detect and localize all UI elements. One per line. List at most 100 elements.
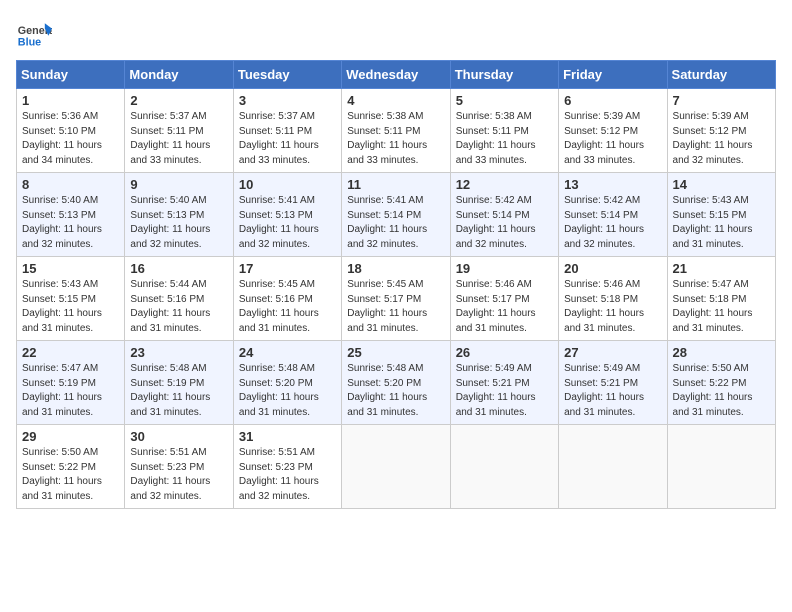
calendar-day-cell: 9 Sunrise: 5:40 AMSunset: 5:13 PMDaylight… (125, 173, 233, 257)
calendar-day-header: Tuesday (233, 61, 341, 89)
day-number: 13 (564, 177, 661, 192)
calendar-day-cell: 2 Sunrise: 5:37 AMSunset: 5:11 PMDaylight… (125, 89, 233, 173)
calendar-day-cell: 1 Sunrise: 5:36 AMSunset: 5:10 PMDaylight… (17, 89, 125, 173)
logo: General Blue (16, 16, 52, 52)
day-info: Sunrise: 5:41 AMSunset: 5:14 PMDaylight:… (347, 194, 444, 252)
calendar-day-header: Sunday (17, 61, 125, 89)
calendar-day-header: Wednesday (342, 61, 450, 89)
calendar-day-cell: 23 Sunrise: 5:48 AMSunset: 5:19 PMDayligh… (125, 341, 233, 425)
generalblue-logo-icon: General Blue (16, 16, 52, 52)
calendar-day-cell: 26 Sunrise: 5:49 AMSunset: 5:21 PMDayligh… (450, 341, 558, 425)
calendar-day-header: Thursday (450, 61, 558, 89)
day-info: Sunrise: 5:43 AMSunset: 5:15 PMDaylight:… (673, 194, 770, 252)
day-info: Sunrise: 5:37 AMSunset: 5:11 PMDaylight:… (239, 110, 336, 168)
calendar-day-cell: 11 Sunrise: 5:41 AMSunset: 5:14 PMDayligh… (342, 173, 450, 257)
calendar-header-row: SundayMondayTuesdayWednesdayThursdayFrid… (17, 61, 776, 89)
calendar-table: SundayMondayTuesdayWednesdayThursdayFrid… (16, 60, 776, 509)
day-info: Sunrise: 5:39 AMSunset: 5:12 PMDaylight:… (673, 110, 770, 168)
calendar-day-cell (450, 425, 558, 509)
day-info: Sunrise: 5:39 AMSunset: 5:12 PMDaylight:… (564, 110, 661, 168)
calendar-day-cell: 3 Sunrise: 5:37 AMSunset: 5:11 PMDaylight… (233, 89, 341, 173)
calendar-day-cell: 17 Sunrise: 5:45 AMSunset: 5:16 PMDayligh… (233, 257, 341, 341)
calendar-day-cell (559, 425, 667, 509)
day-info: Sunrise: 5:37 AMSunset: 5:11 PMDaylight:… (130, 110, 227, 168)
calendar-day-cell: 13 Sunrise: 5:42 AMSunset: 5:14 PMDayligh… (559, 173, 667, 257)
day-number: 29 (22, 429, 119, 444)
calendar-day-cell: 15 Sunrise: 5:43 AMSunset: 5:15 PMDayligh… (17, 257, 125, 341)
day-number: 12 (456, 177, 553, 192)
day-info: Sunrise: 5:50 AMSunset: 5:22 PMDaylight:… (22, 446, 119, 504)
calendar-day-cell: 5 Sunrise: 5:38 AMSunset: 5:11 PMDaylight… (450, 89, 558, 173)
day-info: Sunrise: 5:36 AMSunset: 5:10 PMDaylight:… (22, 110, 119, 168)
day-number: 6 (564, 93, 661, 108)
calendar-day-cell: 19Sunrise: 5:46 AMSunset: 5:17 PMDayligh… (450, 257, 558, 341)
calendar-day-cell: 28Sunrise: 5:50 AMSunset: 5:22 PMDayligh… (667, 341, 775, 425)
day-number: 2 (130, 93, 227, 108)
day-number: 30 (130, 429, 227, 444)
calendar-day-header: Saturday (667, 61, 775, 89)
day-info: Sunrise: 5:47 AMSunset: 5:19 PMDaylight:… (22, 362, 119, 420)
calendar-week-row: 1 Sunrise: 5:36 AMSunset: 5:10 PMDaylight… (17, 89, 776, 173)
day-info: Sunrise: 5:45 AMSunset: 5:16 PMDaylight:… (239, 278, 336, 336)
calendar-day-cell: 6 Sunrise: 5:39 AMSunset: 5:12 PMDaylight… (559, 89, 667, 173)
day-number: 25 (347, 345, 444, 360)
day-info: Sunrise: 5:38 AMSunset: 5:11 PMDaylight:… (347, 110, 444, 168)
day-number: 16 (130, 261, 227, 276)
day-info: Sunrise: 5:41 AMSunset: 5:13 PMDaylight:… (239, 194, 336, 252)
day-number: 15 (22, 261, 119, 276)
day-info: Sunrise: 5:49 AMSunset: 5:21 PMDaylight:… (456, 362, 553, 420)
day-number: 31 (239, 429, 336, 444)
day-number: 5 (456, 93, 553, 108)
day-number: 10 (239, 177, 336, 192)
calendar-week-row: 15 Sunrise: 5:43 AMSunset: 5:15 PMDayligh… (17, 257, 776, 341)
day-number: 9 (130, 177, 227, 192)
day-number: 1 (22, 93, 119, 108)
day-number: 4 (347, 93, 444, 108)
calendar-day-cell: 16 Sunrise: 5:44 AMSunset: 5:16 PMDayligh… (125, 257, 233, 341)
svg-text:Blue: Blue (18, 37, 41, 49)
day-number: 18 (347, 261, 444, 276)
calendar-day-cell: 29 Sunrise: 5:50 AMSunset: 5:22 PMDayligh… (17, 425, 125, 509)
day-info: Sunrise: 5:42 AMSunset: 5:14 PMDaylight:… (564, 194, 661, 252)
day-number: 7 (673, 93, 770, 108)
calendar-week-row: 8 Sunrise: 5:40 AMSunset: 5:13 PMDaylight… (17, 173, 776, 257)
day-info: Sunrise: 5:43 AMSunset: 5:15 PMDaylight:… (22, 278, 119, 336)
calendar-day-cell (342, 425, 450, 509)
day-info: Sunrise: 5:51 AMSunset: 5:23 PMDaylight:… (130, 446, 227, 504)
calendar-day-cell: 7 Sunrise: 5:39 AMSunset: 5:12 PMDaylight… (667, 89, 775, 173)
calendar-week-row: 29 Sunrise: 5:50 AMSunset: 5:22 PMDayligh… (17, 425, 776, 509)
day-info: Sunrise: 5:47 AMSunset: 5:18 PMDaylight:… (673, 278, 770, 336)
day-number: 8 (22, 177, 119, 192)
day-info: Sunrise: 5:46 AMSunset: 5:18 PMDaylight:… (564, 278, 661, 336)
day-number: 3 (239, 93, 336, 108)
day-info: Sunrise: 5:51 AMSunset: 5:23 PMDaylight:… (239, 446, 336, 504)
calendar-day-cell: 25 Sunrise: 5:48 AMSunset: 5:20 PMDayligh… (342, 341, 450, 425)
day-number: 20 (564, 261, 661, 276)
calendar-day-header: Friday (559, 61, 667, 89)
day-info: Sunrise: 5:44 AMSunset: 5:16 PMDaylight:… (130, 278, 227, 336)
day-number: 23 (130, 345, 227, 360)
day-info: Sunrise: 5:40 AMSunset: 5:13 PMDaylight:… (130, 194, 227, 252)
day-info: Sunrise: 5:48 AMSunset: 5:19 PMDaylight:… (130, 362, 227, 420)
day-info: Sunrise: 5:46 AMSunset: 5:17 PMDaylight:… (456, 278, 553, 336)
calendar-day-header: Monday (125, 61, 233, 89)
day-number: 26 (456, 345, 553, 360)
day-number: 11 (347, 177, 444, 192)
day-info: Sunrise: 5:50 AMSunset: 5:22 PMDaylight:… (673, 362, 770, 420)
calendar-week-row: 22 Sunrise: 5:47 AMSunset: 5:19 PMDayligh… (17, 341, 776, 425)
day-number: 14 (673, 177, 770, 192)
day-number: 21 (673, 261, 770, 276)
day-info: Sunrise: 5:45 AMSunset: 5:17 PMDaylight:… (347, 278, 444, 336)
calendar-day-cell: 12 Sunrise: 5:42 AMSunset: 5:14 PMDayligh… (450, 173, 558, 257)
calendar-day-cell: 22 Sunrise: 5:47 AMSunset: 5:19 PMDayligh… (17, 341, 125, 425)
day-number: 17 (239, 261, 336, 276)
day-info: Sunrise: 5:38 AMSunset: 5:11 PMDaylight:… (456, 110, 553, 168)
calendar-day-cell: 21 Sunrise: 5:47 AMSunset: 5:18 PMDayligh… (667, 257, 775, 341)
calendar-day-cell: 14 Sunrise: 5:43 AMSunset: 5:15 PMDayligh… (667, 173, 775, 257)
day-info: Sunrise: 5:42 AMSunset: 5:14 PMDaylight:… (456, 194, 553, 252)
calendar-day-cell: 20 Sunrise: 5:46 AMSunset: 5:18 PMDayligh… (559, 257, 667, 341)
day-number: 22 (22, 345, 119, 360)
page-header: General Blue (16, 16, 776, 52)
day-info: Sunrise: 5:48 AMSunset: 5:20 PMDaylight:… (347, 362, 444, 420)
calendar-day-cell: 24Sunrise: 5:48 AMSunset: 5:20 PMDayligh… (233, 341, 341, 425)
